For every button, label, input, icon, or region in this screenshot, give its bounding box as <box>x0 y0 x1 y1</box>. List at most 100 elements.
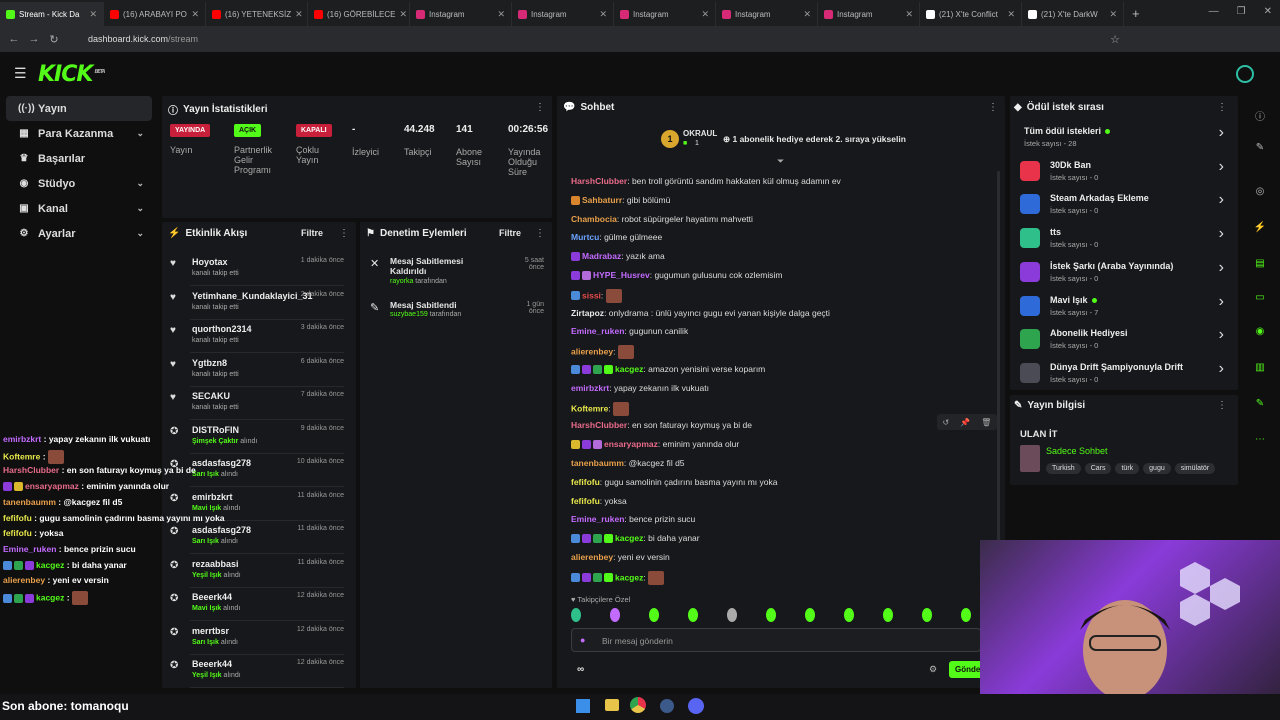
emote-icon[interactable] <box>844 608 854 622</box>
chat-username[interactable]: fefifofu <box>571 496 600 506</box>
sidebar-item[interactable]: ⚙ Ayarlar ⌄ <box>6 221 152 246</box>
chevron-right-icon[interactable]: › <box>1219 360 1224 378</box>
chevron-down-icon[interactable]: ⌄ <box>136 203 144 214</box>
emote-icon[interactable] <box>649 608 659 622</box>
stream-info-menu-icon[interactable]: ⋮ <box>1217 400 1227 411</box>
reward-item[interactable]: Dünya Drift Şampiyonuyla Drift İstek sayı… <box>1020 360 1230 390</box>
tab-close-icon[interactable]: ✕ <box>89 9 97 20</box>
back-icon[interactable]: ← <box>4 33 24 45</box>
browser-tab[interactable]: Stream - Kick Da ✕ <box>0 2 104 26</box>
discord-icon[interactable] <box>688 698 704 714</box>
reward-item[interactable]: Mavi Işık İstek sayısı - 7 › <box>1020 293 1230 326</box>
wrench-icon[interactable]: ✎ <box>1250 398 1270 409</box>
emote-icon[interactable] <box>610 608 620 622</box>
chat-username[interactable]: tanenbaumm <box>571 458 624 468</box>
chat-username[interactable]: Emine_ruken <box>571 326 624 336</box>
tab-close-icon[interactable]: ✕ <box>803 9 811 20</box>
tab-close-icon[interactable]: ✕ <box>599 9 607 20</box>
kick-logo[interactable]: KICK BETA <box>38 62 106 87</box>
moderator-name[interactable]: suzybae159 <box>390 311 428 318</box>
browser-tab[interactable]: Instagram ✕ <box>410 2 512 26</box>
chevron-right-icon[interactable]: › <box>1219 293 1224 311</box>
tab-close-icon[interactable]: ✕ <box>1109 9 1117 20</box>
reload-icon[interactable]: ↻ <box>44 33 64 46</box>
steam-icon[interactable] <box>660 699 674 713</box>
chat-input[interactable]: ● Bir mesaj gönderin <box>571 628 981 652</box>
menu-icon[interactable]: ☰ <box>14 65 27 82</box>
emote-icon[interactable] <box>805 608 815 622</box>
activity-user[interactable]: SECAKU <box>192 391 230 401</box>
profile-avatar[interactable] <box>1236 65 1254 83</box>
file-explorer-icon[interactable] <box>605 699 619 711</box>
chevron-right-icon[interactable]: › <box>1219 326 1224 344</box>
emote-icon[interactable] <box>766 608 776 622</box>
reward-item[interactable]: Tüm ödül istekleri İstek sayısı - 28 › <box>1020 124 1230 157</box>
chevron-right-icon[interactable]: › <box>1219 225 1224 243</box>
emote-icon[interactable] <box>571 608 581 622</box>
activity-user[interactable]: DISTRoFIN <box>192 425 239 435</box>
emote-icon[interactable] <box>883 608 893 622</box>
chrome-icon[interactable] <box>630 697 646 713</box>
url-field[interactable]: dashboard.kick.com/stream <box>88 34 198 44</box>
browser-tab[interactable]: (16) ARABAYI PO ✕ <box>104 2 206 26</box>
bookmark-star-icon[interactable]: ☆ <box>1110 33 1120 46</box>
category-name[interactable]: Sadece Sohbet <box>1046 446 1108 456</box>
sidebar-item[interactable]: ▦ Para Kazanma ⌄ <box>6 121 152 146</box>
bolt-icon[interactable]: ⚡ <box>1250 222 1270 233</box>
browser-tab[interactable]: (16) GÖREBİLECE ✕ <box>308 2 410 26</box>
chat-menu-icon[interactable]: ⋮ <box>988 102 998 113</box>
stream-tag[interactable]: gugu <box>1143 463 1171 474</box>
chat-username[interactable]: Koftemre <box>571 403 608 413</box>
camera-icon[interactable]: ◎ <box>1250 186 1270 197</box>
chat-username[interactable]: Madrabaz <box>582 251 621 261</box>
emote-icon[interactable] <box>961 608 971 622</box>
chat-collapse-icon[interactable]: ⏷ <box>777 156 784 167</box>
emote-icon[interactable] <box>688 608 698 622</box>
browser-tab[interactable]: Instagram ✕ <box>512 2 614 26</box>
gift-leaderboard[interactable]: 1 OKRAUL ■ 1 ⊕ 1 abonelik hediye ederek … <box>661 128 911 152</box>
activity-menu-icon[interactable]: ⋮ <box>339 228 349 239</box>
edit-icon[interactable]: ✎ <box>1250 142 1270 153</box>
chat-username[interactable]: alierenbey <box>571 552 613 562</box>
delete-icon[interactable]: 🗑 <box>981 418 991 427</box>
sidebar-item[interactable]: ♛ Başarılar <box>6 146 152 171</box>
activity-user[interactable]: Beeerk44 <box>192 659 232 669</box>
chat-username[interactable]: Chambocia <box>571 214 617 224</box>
mic-icon[interactable]: ● <box>580 635 585 645</box>
chevron-right-icon[interactable]: › <box>1219 124 1224 142</box>
close-icon[interactable]: ✕ <box>1264 6 1272 17</box>
forward-icon[interactable]: → <box>24 33 44 45</box>
browser-tab[interactable]: (16) YETENEKSİZ ✕ <box>206 2 308 26</box>
new-tab-icon[interactable]: + <box>1132 6 1140 21</box>
pin-icon[interactable]: 📌 <box>960 418 970 427</box>
chat-scrollbar[interactable] <box>997 171 1000 541</box>
tab-close-icon[interactable]: ✕ <box>701 9 709 20</box>
activity-user[interactable]: quorthon2314 <box>192 324 252 334</box>
chat-username[interactable]: Emine_ruken <box>571 514 624 524</box>
tab-close-icon[interactable]: ✕ <box>399 9 407 20</box>
browser-tab[interactable]: Instagram ✕ <box>614 2 716 26</box>
browser-tab[interactable]: (21) X'te Conflict ✕ <box>920 2 1022 26</box>
stats-menu-icon[interactable]: ⋮ <box>535 102 545 113</box>
reward-item[interactable]: 30Dk Ban İstek sayısı - 0 › <box>1020 158 1230 191</box>
activity-user[interactable]: Hoyotax <box>192 257 228 267</box>
chat-username[interactable]: sissi <box>582 290 601 300</box>
moderation-menu-icon[interactable]: ⋮ <box>535 228 545 239</box>
chevron-right-icon[interactable]: › <box>1219 191 1224 209</box>
activity-user[interactable]: merrtbsr <box>192 626 229 636</box>
nodes-icon[interactable]: ⋯ <box>1250 434 1270 445</box>
reward-item[interactable]: İstek Şarkı (Araba Yayınında) İstek sayıs… <box>1020 259 1230 292</box>
sidebar-item[interactable]: ▣ Kanal ⌄ <box>6 196 152 221</box>
chat-username[interactable]: kacgez <box>615 364 643 374</box>
chat-username[interactable]: Sahbaturr <box>582 195 622 205</box>
chevron-down-icon[interactable]: ⌄ <box>136 228 144 239</box>
list-icon[interactable]: ▤ <box>1250 258 1270 269</box>
chevron-down-icon[interactable]: ⌄ <box>136 178 144 189</box>
chat-username[interactable]: HYPE_Husrev <box>593 270 650 280</box>
chat-username[interactable]: alierenbey <box>571 346 613 356</box>
minimize-icon[interactable]: — <box>1209 6 1219 17</box>
browser-tab[interactable]: Instagram ✕ <box>818 2 920 26</box>
chat-settings-icon[interactable]: ⚙ <box>929 664 937 675</box>
chat-username[interactable]: fefifofu <box>571 477 600 487</box>
maximize-icon[interactable]: ❐ <box>1237 6 1246 17</box>
